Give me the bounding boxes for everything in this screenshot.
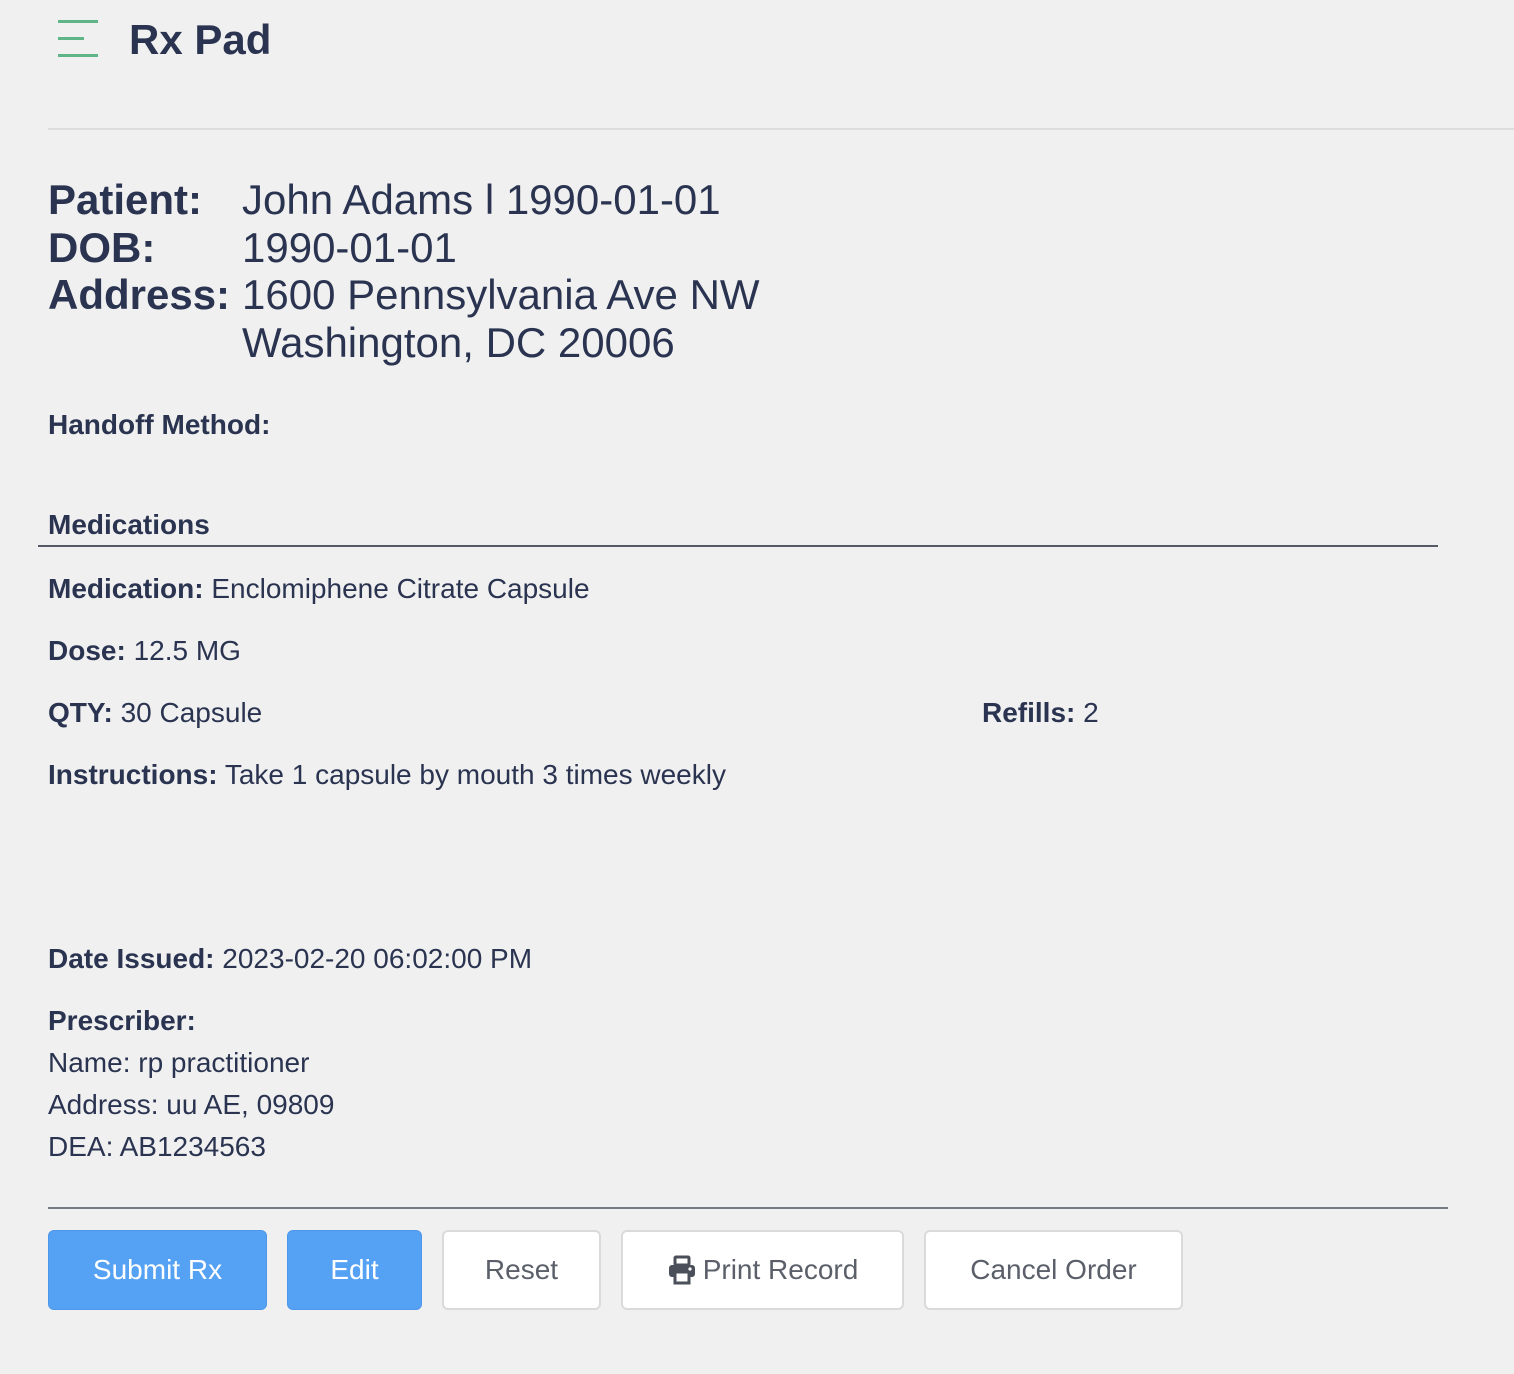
address-line-2: Washington, DC 20006 — [242, 318, 675, 366]
date-issued-field: Date Issued: 2023-02-20 06:02:00 PM — [48, 942, 532, 976]
date-issued-label: Date Issued: — [48, 943, 215, 974]
print-record-button[interactable]: Print Record — [621, 1230, 904, 1310]
dose-value: 12.5 MG — [133, 635, 241, 666]
refills-field: Refills: 2 — [982, 696, 1099, 730]
patient-row: Patient: John Adams l 1990-01-01 — [48, 176, 760, 224]
address-value: 1600 Pennsylvania Ave NW Washington, DC … — [242, 271, 760, 366]
refills-label: Refills: — [982, 697, 1076, 728]
page-title: Rx Pad — [129, 16, 272, 63]
patient-info: Patient: John Adams l 1990-01-01 DOB: 19… — [48, 176, 760, 366]
refills-value: 2 — [1083, 697, 1099, 728]
dose-field: Dose: 12.5 MG — [48, 634, 241, 668]
prescriber-name: Name: rp practitioner — [48, 1047, 310, 1078]
dob-row: DOB: 1990-01-01 — [48, 224, 760, 272]
medications-heading: Medications — [48, 509, 210, 540]
reset-button[interactable]: Reset — [442, 1230, 601, 1310]
medication-value: Enclomiphene Citrate Capsule — [211, 573, 590, 604]
dose-label: Dose: — [48, 635, 126, 666]
hamburger-menu-icon[interactable] — [56, 20, 100, 60]
handoff-method-label: Handoff Method: — [48, 409, 271, 440]
qty-value: 30 Capsule — [120, 697, 263, 728]
address-line-1: 1600 Pennsylvania Ave NW — [242, 271, 760, 318]
instructions-label: Instructions: — [48, 759, 218, 790]
header-divider — [48, 128, 1514, 130]
address-row: Address: 1600 Pennsylvania Ave NW Washin… — [48, 271, 760, 366]
qty-label: QTY: — [48, 697, 113, 728]
prescriber-heading: Prescriber: — [48, 1004, 196, 1038]
dob-value: 1990-01-01 — [242, 223, 457, 271]
patient-value: John Adams l 1990-01-01 — [242, 176, 721, 223]
actions-divider — [48, 1207, 1448, 1209]
date-issued-value: 2023-02-20 06:02:00 PM — [222, 943, 533, 974]
instructions-field: Instructions: Take 1 capsule by mouth 3 … — [48, 758, 726, 792]
medication-label: Medication: — [48, 573, 204, 604]
cancel-order-button[interactable]: Cancel Order — [924, 1230, 1183, 1310]
medications-divider — [38, 545, 1438, 547]
prescriber-address: Address: uu AE, 09809 — [48, 1089, 335, 1120]
prescriber-dea: DEA: AB1234563 — [48, 1131, 266, 1162]
patient-label: Patient: — [48, 176, 203, 223]
qty-field: QTY: 30 Capsule — [48, 696, 262, 730]
medication-field: Medication: Enclomiphene Citrate Capsule — [48, 572, 590, 606]
handoff-method: Handoff Method: — [48, 408, 270, 442]
printer-icon — [667, 1255, 697, 1285]
submit-rx-button[interactable]: Submit Rx — [48, 1230, 267, 1310]
address-label: Address: — [48, 271, 231, 318]
instructions-value: Take 1 capsule by mouth 3 times weekly — [224, 759, 726, 790]
prescriber-label: Prescriber: — [48, 1005, 196, 1036]
dob-label: DOB: — [48, 223, 156, 271]
print-record-label: Print Record — [702, 1254, 859, 1285]
edit-button[interactable]: Edit — [287, 1230, 422, 1310]
